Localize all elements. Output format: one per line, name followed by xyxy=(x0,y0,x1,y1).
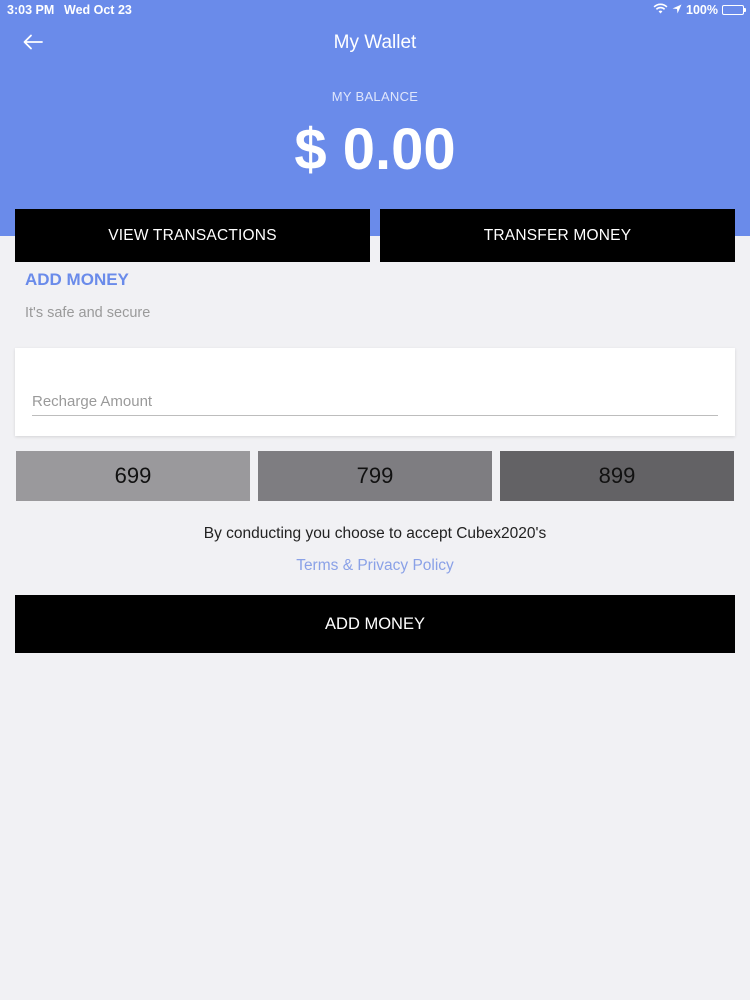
view-transactions-button[interactable]: VIEW TRANSACTIONS xyxy=(15,209,370,262)
balance-label: MY BALANCE xyxy=(331,89,419,104)
add-money-heading: ADD MONEY xyxy=(25,270,129,289)
status-bar: 3:03 PM Wed Oct 23 100% xyxy=(0,0,750,20)
recharge-amount-input[interactable] xyxy=(32,388,718,416)
preset-amount-899[interactable]: 899 xyxy=(500,451,734,501)
add-money-button[interactable]: ADD MONEY xyxy=(15,595,735,653)
page-title: My Wallet xyxy=(333,32,417,53)
location-arrow-icon xyxy=(672,3,682,17)
wallet-header: 3:03 PM Wed Oct 23 100% My Wallet MY BAL… xyxy=(0,0,750,236)
battery-icon xyxy=(722,5,746,15)
terms-privacy-link[interactable]: Terms & Privacy Policy xyxy=(0,557,750,575)
status-date: Wed Oct 23 xyxy=(64,3,132,17)
balance-value: $ 0.00 xyxy=(294,117,456,182)
recharge-card xyxy=(15,348,735,436)
transfer-money-button[interactable]: TRANSFER MONEY xyxy=(380,209,735,262)
wifi-icon xyxy=(653,3,668,17)
status-time: 3:03 PM xyxy=(7,3,55,17)
terms-text: By conducting you choose to accept Cubex… xyxy=(203,525,547,542)
status-indicators: 100% xyxy=(653,3,746,17)
preset-amount-699[interactable]: 699 xyxy=(16,451,250,501)
battery-percent: 100% xyxy=(686,3,718,17)
safe-secure-text: It's safe and secure xyxy=(25,305,151,321)
preset-amount-799[interactable]: 799 xyxy=(258,451,492,501)
